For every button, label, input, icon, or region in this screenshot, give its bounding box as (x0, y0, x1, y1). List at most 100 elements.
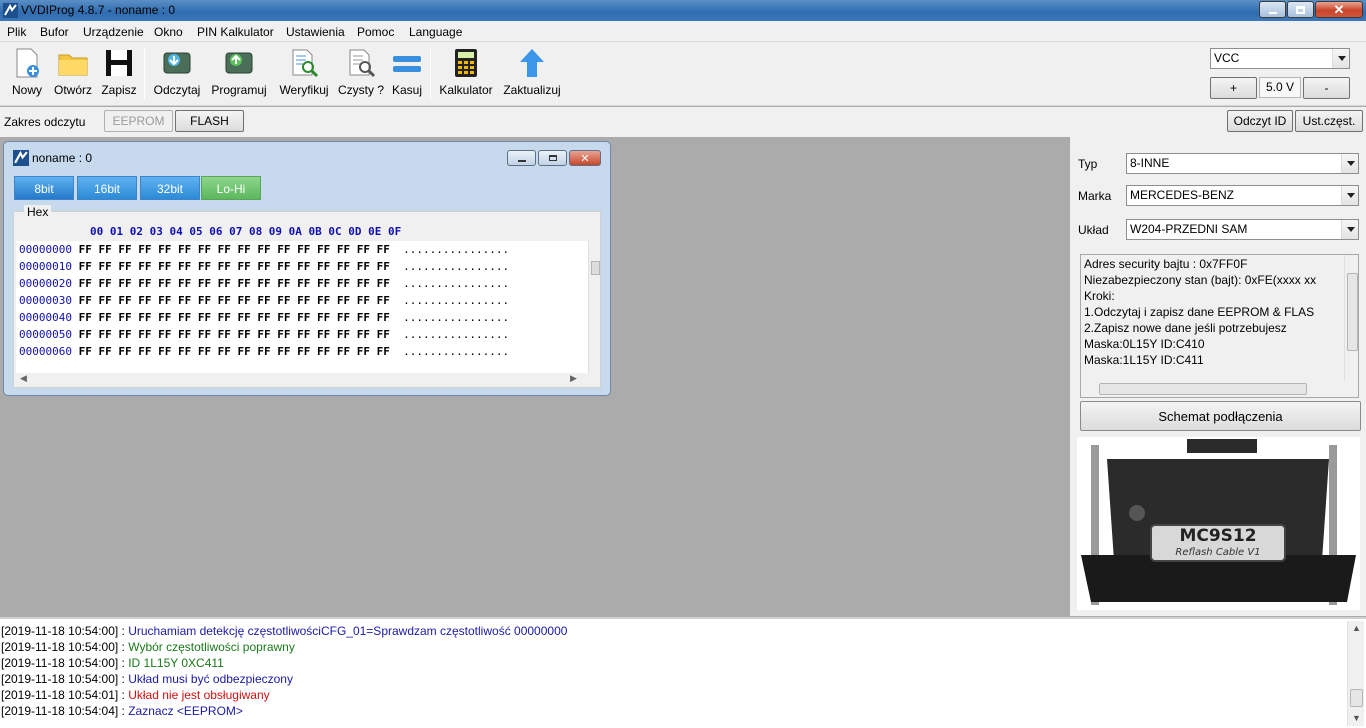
minimize-icon (1268, 11, 1277, 14)
program-button[interactable]: Programuj (208, 47, 270, 103)
info-line: Adres security bajtu : 0x7FF0F (1084, 257, 1248, 271)
scroll-thumb[interactable] (1099, 383, 1307, 395)
child-minimize-button[interactable] (507, 150, 536, 166)
calculator-button[interactable]: Kalkulator (437, 47, 495, 103)
title-bar: VVDIProg 4.8.7 - noname : 0 ✕ (0, 0, 1366, 21)
calculator-label: Kalkulator (439, 83, 493, 97)
type-select[interactable]: 8-INNE (1126, 153, 1359, 174)
menu-okno[interactable]: Okno (154, 25, 183, 39)
mode-32bit-button[interactable]: 32bit (140, 176, 200, 200)
hex-editor-window[interactable]: noname : 0 ✕ 8bit 16bit 32bit Lo-Hi Hex … (3, 141, 611, 396)
hex-row: 00000030 FF FF FF FF FF FF FF FF FF FF F… (19, 294, 510, 307)
brand-select[interactable]: MERCEDES-BENZ (1126, 185, 1359, 206)
menu-pin-kalkulator[interactable]: PIN Kalkulator (197, 25, 274, 39)
scroll-thumb[interactable] (591, 261, 600, 275)
info-line: Niezabezpieczony stan (bajt): 0xFE(xxxx … (1084, 273, 1317, 287)
menu-bar: Plik Bufor Urządzenie Okno PIN Kalkulato… (0, 21, 1366, 42)
power-select[interactable]: VCC (1210, 48, 1350, 69)
read-id-button[interactable]: Odczyt ID (1227, 110, 1293, 132)
minimize-button[interactable] (1259, 1, 1286, 18)
menu-bufor[interactable]: Bufor (40, 25, 69, 39)
hex-group-label: Hex (24, 205, 52, 219)
read-label: Odczytaj (153, 83, 201, 97)
power-select-value: VCC (1214, 51, 1240, 65)
calculator-icon (455, 49, 477, 77)
scroll-left-icon[interactable]: ◀ (20, 373, 27, 384)
verify-button[interactable]: Weryfikuj (276, 47, 332, 103)
cable-image: MC9S12 Reflash Cable V1 (1077, 437, 1360, 610)
log-entry: [2019-11-18 10:54:00] : ID 1L15Y 0XC411 (1, 656, 224, 670)
verify-magnifier-icon (292, 49, 319, 78)
read-button[interactable]: Odczytaj (152, 47, 202, 103)
hex-data-area[interactable]: 00000000 FF FF FF FF FF FF FF FF FF FF F… (16, 241, 588, 373)
cable-subtitle: Reflash Cable V1 (1175, 547, 1261, 558)
program-label: Programuj (211, 83, 267, 97)
floppy-disk-icon (106, 50, 132, 76)
new-label: Nowy (11, 83, 42, 97)
chip-select[interactable]: W204-PRZEDNI SAM (1126, 219, 1359, 240)
read-range-bar: Zakres odczytu EEPROM FLASH Odczyt ID Us… (0, 107, 1366, 137)
scroll-down-icon[interactable]: ▼ (1352, 713, 1361, 723)
toolbar-separator (430, 48, 431, 100)
info-line: 2.Zapisz nowe dane jeśli potrzebujesz (1084, 321, 1287, 335)
hex-row: 00000020 FF FF FF FF FF FF FF FF FF FF F… (19, 277, 510, 290)
close-icon: ✕ (580, 152, 590, 165)
scroll-up-icon[interactable]: ▲ (1352, 623, 1361, 633)
cable-connector-image (1081, 439, 1356, 605)
info-horizontal-scrollbar[interactable] (1081, 381, 1344, 397)
save-button[interactable]: Zapisz (99, 47, 139, 103)
type-value: 8-INNE (1130, 156, 1170, 170)
toolbar-separator (144, 48, 145, 100)
child-restore-button[interactable] (538, 150, 567, 166)
child-close-button[interactable]: ✕ (569, 150, 601, 166)
app-icon (13, 150, 29, 166)
erase-button[interactable]: Kasuj (389, 47, 425, 103)
new-button[interactable]: Nowy (6, 47, 48, 103)
type-label: Typ (1078, 157, 1098, 171)
hex-row: 00000060 FF FF FF FF FF FF FF FF FF FF F… (19, 345, 510, 358)
voltage-plus-button[interactable]: + (1210, 77, 1257, 99)
hex-view: Hex 00 01 02 03 04 05 06 07 08 09 0A 0B … (13, 205, 601, 388)
voltage-minus-button[interactable]: - (1303, 77, 1350, 99)
restore-icon (1296, 5, 1305, 14)
open-button[interactable]: Otwórz (50, 47, 96, 103)
menu-language[interactable]: Language (409, 25, 462, 39)
update-button[interactable]: Zaktualizuj (501, 47, 563, 103)
scroll-right-icon[interactable]: ▶ (570, 373, 577, 384)
hex-vertical-scrollbar[interactable] (588, 241, 600, 373)
blank-check-label: Czysty ? (337, 83, 384, 97)
hex-horizontal-scrollbar[interactable]: ◀ ▶ (16, 373, 588, 386)
blank-check-button[interactable]: Czysty ? (337, 47, 385, 103)
window-title: VVDIProg 4.8.7 - noname : 0 (21, 3, 176, 17)
log-entry: [2019-11-18 10:54:04] : Zaznacz <EEPROM> (1, 704, 243, 718)
chevron-down-icon (1341, 220, 1358, 239)
menu-pomoc[interactable]: Pomoc (357, 25, 394, 39)
restore-icon (548, 155, 557, 161)
scroll-thumb[interactable] (1347, 273, 1358, 351)
mode-8bit-button[interactable]: 8bit (14, 176, 74, 200)
menu-ustawienia[interactable]: Ustawienia (286, 25, 345, 39)
minimize-icon (517, 159, 526, 162)
scroll-thumb[interactable] (1350, 689, 1363, 707)
connection-diagram-button[interactable]: Schemat podłączenia (1080, 401, 1361, 431)
info-vertical-scrollbar[interactable] (1344, 255, 1358, 381)
chevron-down-icon (1332, 49, 1349, 68)
eeprom-button[interactable]: EEPROM (104, 110, 173, 132)
save-label: Zapisz (101, 83, 137, 97)
toolbar: Nowy Otwórz Zapisz Odczytaj Programuj We… (0, 42, 1366, 106)
mode-16bit-button[interactable]: 16bit (77, 176, 137, 200)
log-vertical-scrollbar[interactable]: ▲ ▼ (1347, 621, 1364, 726)
log-panel[interactable]: [2019-11-18 10:54:00] : Uruchamiam detek… (0, 617, 1366, 728)
flash-button[interactable]: FLASH (175, 110, 244, 132)
chip-info-text[interactable]: Adres security bajtu : 0x7FF0F Niezabezp… (1080, 254, 1359, 398)
frequency-settings-button[interactable]: Ust.częst. (1295, 110, 1363, 132)
mode-lohi-button[interactable]: Lo-Hi (201, 176, 261, 200)
maximize-button[interactable] (1287, 1, 1314, 18)
read-range-label: Zakres odczytu (4, 115, 86, 129)
brand-value: MERCEDES-BENZ (1130, 188, 1235, 202)
hex-row: 00000050 FF FF FF FF FF FF FF FF FF FF F… (19, 328, 510, 341)
menu-urzadzenie[interactable]: Urządzenie (83, 25, 144, 39)
menu-plik[interactable]: Plik (7, 25, 26, 39)
open-label: Otwórz (53, 83, 92, 97)
close-button[interactable]: ✕ (1315, 1, 1363, 18)
